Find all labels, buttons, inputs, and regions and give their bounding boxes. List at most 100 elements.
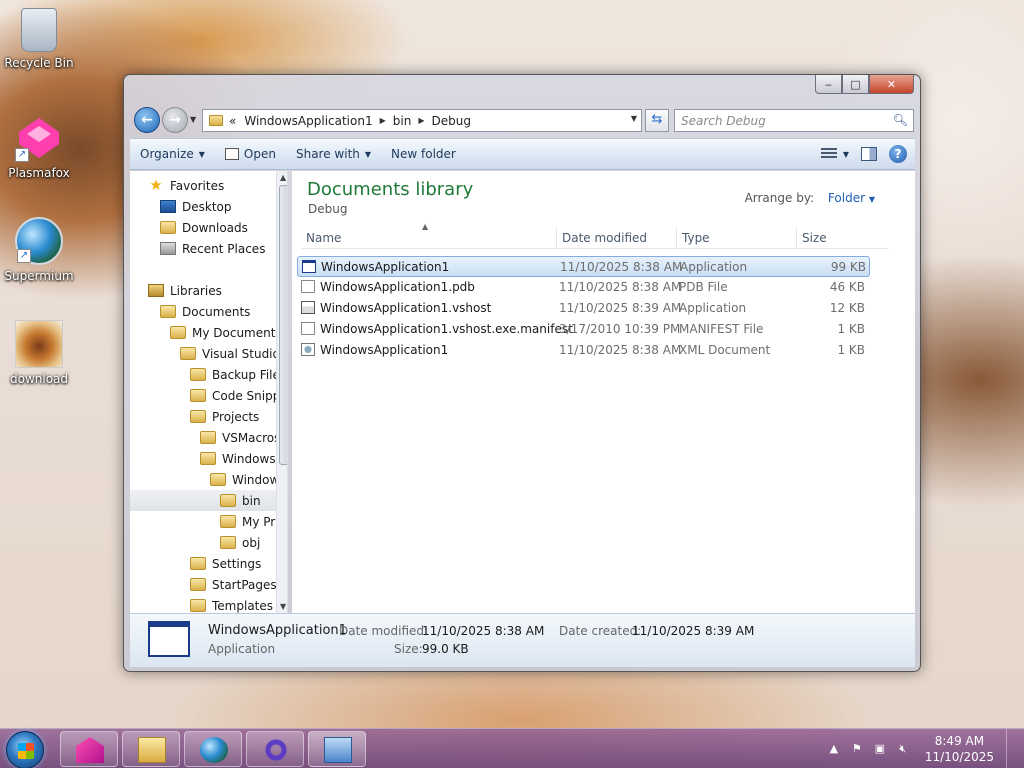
- file-row[interactable]: WindowsApplication1.pdb 11/10/2025 8:38 …: [297, 277, 870, 298]
- details-date-created: 11/10/2025 8:39 AM: [632, 624, 755, 638]
- new-folder-button[interactable]: New folder: [381, 139, 466, 169]
- nav-item-backup-files[interactable]: Backup File: [190, 364, 280, 385]
- taskbar-button-visual-studio[interactable]: [246, 731, 304, 767]
- details-date-modified: 11/10/2025 8:38 AM: [422, 624, 545, 638]
- column-divider[interactable]: [796, 227, 797, 249]
- minimize-button[interactable]: ‒: [815, 75, 842, 94]
- show-hidden-icons-button[interactable]: ▲: [827, 742, 841, 756]
- visual-studio-icon: [262, 737, 290, 763]
- taskbar-button-plasmafox[interactable]: [60, 731, 118, 767]
- column-header-size[interactable]: Size: [802, 231, 827, 245]
- address-bar[interactable]: « WindowsApplication1 ▶ bin ▶ Debug ▼: [202, 109, 642, 132]
- file-type: PDB File: [679, 280, 728, 294]
- show-desktop-button[interactable]: [1006, 729, 1016, 768]
- file-row[interactable]: WindowsApplication1 11/10/2025 8:38 AM A…: [297, 256, 870, 277]
- nav-item-obj[interactable]: obj: [220, 532, 260, 553]
- breadcrumb-item[interactable]: WindowsApplication1: [244, 114, 372, 128]
- nav-item-recent-places[interactable]: Recent Places: [160, 238, 265, 259]
- file-row[interactable]: WindowsApplication1.vshost.exe.manifest …: [297, 319, 870, 340]
- nav-item-libraries[interactable]: Libraries: [148, 280, 222, 301]
- file-size: 1 KB: [837, 343, 865, 357]
- refresh-button[interactable]: ⇆: [645, 109, 669, 132]
- column-divider[interactable]: [676, 227, 677, 249]
- desktop-icon-supermium[interactable]: ↗ Supermium: [1, 217, 77, 283]
- folder-icon: [190, 389, 206, 402]
- details-date-modified-label: Date modified:: [339, 624, 429, 638]
- details-size-label: Size:: [394, 642, 423, 656]
- breadcrumb-separator-icon[interactable]: ▶: [380, 116, 386, 125]
- nav-item-settings[interactable]: Settings: [190, 553, 261, 574]
- file-type: XML Document: [679, 343, 771, 357]
- scrollbar-thumb[interactable]: [279, 185, 287, 465]
- share-with-button[interactable]: Share with ▼: [286, 139, 381, 169]
- organize-button[interactable]: Organize ▼: [130, 139, 215, 169]
- taskbar-button-explorer[interactable]: [122, 731, 180, 767]
- address-dropdown-icon[interactable]: ▼: [631, 114, 637, 123]
- nav-item-bin[interactable]: bin: [130, 490, 276, 511]
- recent-pages-dropdown[interactable]: ▼: [190, 115, 196, 124]
- scroll-up-icon[interactable]: ▲: [280, 173, 286, 182]
- search-input[interactable]: Search Debug 🔍︎: [674, 109, 914, 132]
- nav-item-startpages[interactable]: StartPages: [190, 574, 277, 595]
- nav-item-windowsapplication-sub[interactable]: Window: [210, 469, 279, 490]
- scroll-down-icon[interactable]: ▼: [280, 602, 286, 611]
- breadcrumb-overflow[interactable]: «: [229, 114, 236, 128]
- navigation-scrollbar[interactable]: ▲ ▼: [276, 171, 287, 613]
- change-view-icon[interactable]: [820, 148, 837, 160]
- view-dropdown-icon[interactable]: ▼: [843, 150, 849, 159]
- nav-item-desktop[interactable]: Desktop: [160, 196, 232, 217]
- nav-item-vsmacros[interactable]: VSMacros: [200, 427, 280, 448]
- file-explorer-icon: [138, 737, 166, 763]
- action-center-flag-icon[interactable]: ⚑: [850, 742, 864, 756]
- help-icon[interactable]: ?: [889, 145, 907, 163]
- breadcrumb-item[interactable]: Debug: [431, 114, 470, 128]
- file-row[interactable]: WindowsApplication1 11/10/2025 8:38 AM X…: [297, 340, 870, 361]
- nav-item-label: Projects: [212, 409, 260, 424]
- back-button[interactable]: ←: [134, 107, 160, 133]
- network-icon[interactable]: ▣: [873, 742, 887, 756]
- open-button[interactable]: Open: [215, 139, 286, 169]
- nav-item-my-documents[interactable]: My Documents: [170, 322, 282, 343]
- nav-item-documents[interactable]: Documents: [160, 301, 250, 322]
- folder-icon: [200, 452, 216, 465]
- nav-item-label: Templates: [212, 598, 274, 613]
- nav-item-my-project[interactable]: My Pr: [220, 511, 275, 532]
- column-header-name[interactable]: Name: [306, 231, 341, 245]
- nav-item-visual-studio[interactable]: Visual Studio: [180, 343, 280, 364]
- taskbar-button-image-viewer[interactable]: [308, 731, 366, 767]
- desktop-icon-recycle-bin[interactable]: Recycle Bin: [1, 8, 77, 70]
- maximize-button[interactable]: □: [842, 75, 869, 94]
- file-icon: [301, 322, 315, 335]
- desktop-icon-download[interactable]: download: [1, 320, 77, 386]
- column-divider[interactable]: [556, 227, 557, 249]
- file-row[interactable]: WindowsApplication1.vshost 11/10/2025 8:…: [297, 298, 870, 319]
- search-icon[interactable]: 🔍︎: [893, 113, 908, 127]
- nav-item-code-snippets[interactable]: Code Snipp: [190, 385, 280, 406]
- breadcrumb-separator-icon[interactable]: ▶: [418, 116, 424, 125]
- nav-item-favorites[interactable]: ★ Favorites: [148, 175, 224, 196]
- preview-pane-icon[interactable]: [861, 147, 877, 161]
- arrange-by-dropdown[interactable]: Folder ▼: [828, 191, 875, 205]
- file-size: 99 KB: [830, 260, 866, 274]
- nav-item-templates[interactable]: Templates: [190, 595, 273, 613]
- breadcrumb-item[interactable]: bin: [393, 114, 412, 128]
- nav-item-windowsapplication[interactable]: Windows: [200, 448, 276, 469]
- column-header-date-modified[interactable]: Date modified: [562, 231, 647, 245]
- taskbar-button-supermium[interactable]: [184, 731, 242, 767]
- volume-muted-icon[interactable]: 🔇︎: [896, 742, 910, 756]
- forward-button[interactable]: →: [162, 107, 188, 133]
- nav-item-label: My Pr: [242, 514, 276, 529]
- start-button[interactable]: [6, 731, 44, 768]
- chevron-down-icon: ▼: [364, 149, 372, 159]
- chevron-down-icon: ▼: [198, 149, 205, 159]
- column-header-type[interactable]: Type: [682, 231, 710, 245]
- clock[interactable]: 8:49 AM 11/10/2025: [925, 733, 994, 765]
- close-button[interactable]: ✕: [869, 75, 914, 94]
- nav-item-label: obj: [242, 535, 261, 550]
- desktop-icon-plasmafox[interactable]: ↗ Plasmafox: [1, 114, 77, 180]
- search-placeholder: Search Debug: [681, 114, 766, 128]
- nav-item-projects[interactable]: Projects: [190, 406, 259, 427]
- nav-item-downloads[interactable]: Downloads: [160, 217, 248, 238]
- organize-label: Organize: [140, 147, 194, 161]
- folder-icon: [209, 115, 223, 126]
